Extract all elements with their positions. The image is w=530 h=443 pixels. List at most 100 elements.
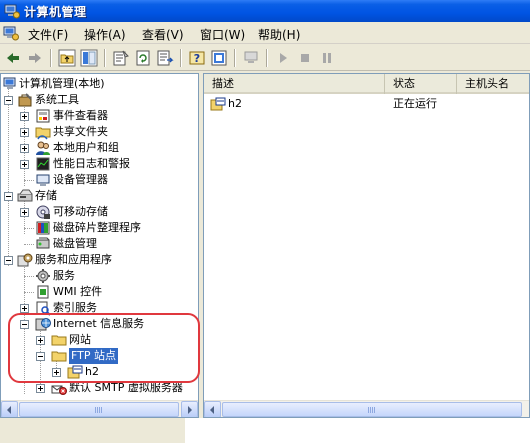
expand-icon[interactable] — [20, 112, 29, 121]
folder-icon — [51, 335, 67, 346]
collapse-icon[interactable] — [36, 352, 45, 361]
toolbar-separator — [180, 49, 182, 67]
expand-icon[interactable] — [20, 160, 29, 169]
tree-item-label: 本地用户和组 — [53, 141, 119, 154]
tree-item-label: 存储 — [35, 189, 57, 202]
list-header: 描述 状态 主机头名 — [204, 74, 529, 94]
window-title: 计算机管理 — [24, 5, 87, 19]
properties-icon[interactable] — [112, 49, 130, 67]
tree-horizontal-scrollbar[interactable] — [1, 400, 198, 417]
device-manager-icon — [36, 174, 50, 186]
details-horizontal-scrollbar[interactable] — [204, 400, 529, 417]
tree-item-label: 计算机管理(本地) — [19, 77, 105, 90]
tree-item-label: 磁盘管理 — [53, 237, 97, 250]
tree-item-label: Internet 信息服务 — [53, 317, 145, 330]
event-viewer-icon — [36, 109, 50, 123]
tree-line — [24, 264, 25, 394]
computer-management-icon — [4, 4, 20, 19]
tree-item-label: 网站 — [69, 333, 91, 346]
column-header-host[interactable]: 主机头名 — [457, 74, 529, 94]
tree-item-label: 索引服务 — [53, 301, 97, 314]
tree-item-label: 性能日志和警报 — [53, 157, 130, 170]
list-item[interactable]: h2 正在运行 — [204, 96, 529, 112]
tree-item-label: WMI 控件 — [53, 285, 103, 298]
forward-icon[interactable] — [26, 49, 44, 67]
tree-item-label: 系统工具 — [35, 93, 79, 106]
expand-icon[interactable] — [20, 304, 29, 313]
title-bar[interactable]: 计算机管理 — [0, 0, 530, 22]
computer-management-icon — [3, 77, 16, 89]
toolbar-separator — [50, 49, 52, 67]
back-icon[interactable] — [4, 49, 22, 67]
toolbar: ? — [0, 45, 530, 71]
tree-item-label-selected: FTP 站点 — [69, 348, 118, 364]
page-background — [0, 418, 530, 443]
expand-icon[interactable] — [20, 128, 29, 137]
services-icon — [36, 269, 50, 283]
expand-icon[interactable] — [20, 208, 29, 217]
start-icon[interactable] — [274, 49, 292, 67]
removable-storage-icon — [36, 205, 50, 219]
scroll-right-arrow-icon[interactable] — [181, 401, 198, 417]
column-header-status[interactable]: 状态 — [385, 74, 457, 94]
tree-line — [24, 180, 34, 181]
expand-icon[interactable] — [36, 384, 45, 393]
collapse-icon[interactable] — [4, 256, 13, 265]
expand-icon[interactable] — [52, 368, 61, 377]
tree-line — [24, 276, 34, 277]
storage-icon — [17, 189, 33, 202]
menu-view[interactable]: 查看(V) — [142, 26, 184, 43]
menu-file[interactable]: 文件(F) — [28, 26, 68, 43]
refresh-icon[interactable] — [134, 49, 152, 67]
console-tree[interactable]: 计算机管理(本地) 系统工具 事件查看器 共享文件夹 本地用户和组 性能日志和警… — [0, 73, 199, 418]
defrag-icon — [36, 221, 50, 235]
computer-icon[interactable] — [242, 49, 260, 67]
tree-item-label: 共享文件夹 — [53, 125, 108, 138]
pause-icon[interactable] — [318, 49, 336, 67]
ftp-site-icon — [210, 97, 226, 111]
performance-logs-icon — [36, 157, 50, 171]
menu-window[interactable]: 窗口(W) — [200, 26, 245, 43]
details-pane[interactable]: 描述 状态 主机头名 h2 正在运行 — [203, 73, 530, 418]
menu-help[interactable]: 帮助(H) — [258, 26, 300, 43]
scroll-left-arrow-icon[interactable] — [1, 401, 18, 417]
toolbar-separator — [266, 49, 268, 67]
expand-icon[interactable] — [20, 144, 29, 153]
scroll-left-arrow-icon[interactable] — [204, 401, 221, 417]
services-apps-icon — [17, 253, 33, 267]
tree-line — [24, 292, 34, 293]
toolbar-separator — [104, 49, 106, 67]
indexing-icon — [36, 301, 51, 316]
menu-bar: 文件(F) 操作(A) 查看(V) 窗口(W) 帮助(H) — [0, 22, 530, 44]
tree-item-label: 服务和应用程序 — [35, 253, 112, 266]
show-hide-tree-icon[interactable] — [80, 49, 98, 67]
expand-icon[interactable] — [36, 336, 45, 345]
column-header-description[interactable]: 描述 — [204, 74, 385, 94]
system-menu-icon[interactable] — [3, 25, 19, 41]
shared-folder-icon — [35, 127, 51, 140]
users-icon — [36, 141, 50, 155]
wmi-icon — [37, 285, 49, 299]
tree-line — [24, 228, 34, 229]
stop-icon[interactable] — [296, 49, 314, 67]
system-tools-icon — [18, 93, 32, 107]
ftp-site-icon — [67, 365, 83, 379]
scrollbar-thumb[interactable] — [222, 402, 522, 417]
scrollbar-thumb[interactable] — [19, 402, 179, 417]
collapse-icon[interactable] — [4, 192, 13, 201]
tree-line — [8, 88, 9, 266]
console-icon[interactable] — [210, 49, 228, 67]
tree-line — [24, 244, 34, 245]
cell-status: 正在运行 — [393, 97, 437, 110]
up-folder-icon[interactable] — [58, 49, 76, 67]
background-strip — [0, 418, 185, 443]
menu-action[interactable]: 操作(A) — [84, 26, 126, 43]
cell-description: h2 — [228, 97, 242, 110]
collapse-icon[interactable] — [4, 96, 13, 105]
computer-management-window: 计算机管理 文件(F) 操作(A) 查看(V) 窗口(W) 帮助(H) ? 计算… — [0, 0, 530, 418]
tree-item-label: 服务 — [53, 269, 75, 282]
export-list-icon[interactable] — [156, 49, 174, 67]
help-icon[interactable]: ? — [188, 49, 206, 67]
svg-text:?: ? — [194, 52, 200, 65]
collapse-icon[interactable] — [20, 320, 29, 329]
